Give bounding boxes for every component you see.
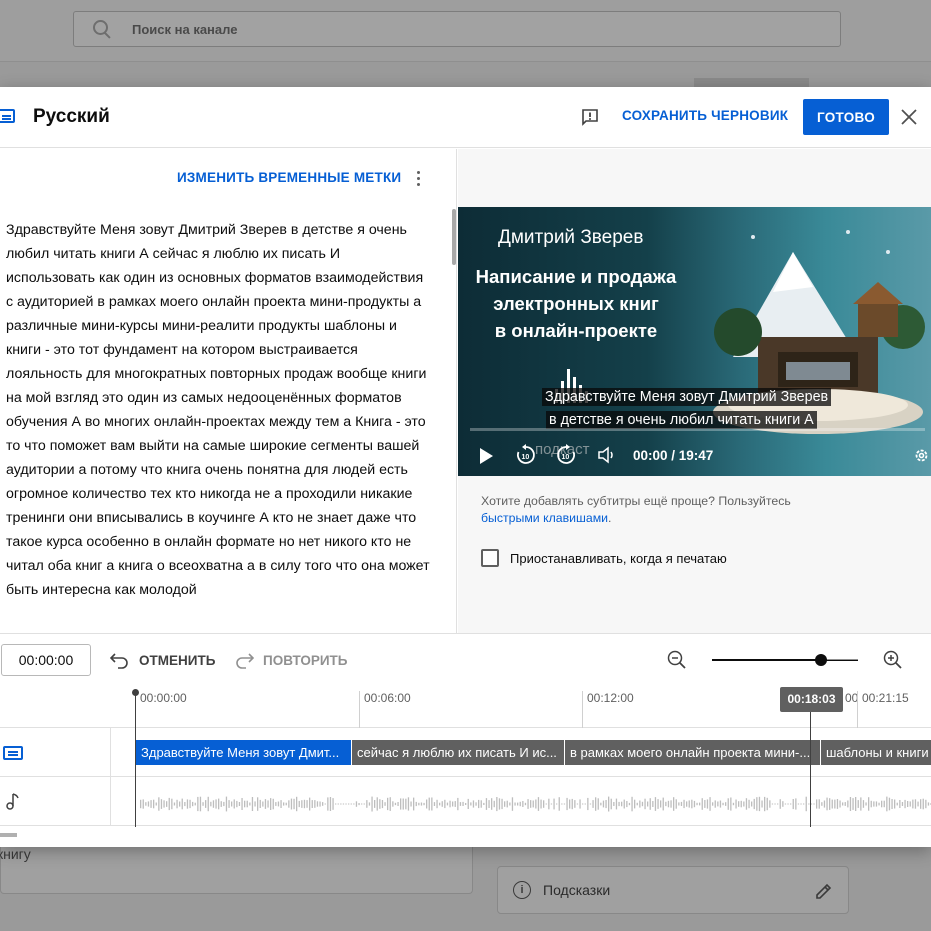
- subtitles-icon: [0, 109, 15, 123]
- audio-track-label: [0, 777, 111, 826]
- close-icon[interactable]: [900, 108, 918, 126]
- transcript-pane: ИЗМЕНИТЬ ВРЕМЕННЫЕ МЕТКИ Здравствуйте Ме…: [0, 149, 457, 633]
- subtitle-segment[interactable]: сейчас я люблю их писать И ис...: [351, 740, 564, 765]
- play-icon[interactable]: [478, 447, 494, 465]
- svg-text:10: 10: [562, 454, 570, 461]
- subtitle-segment[interactable]: в рамках моего онлайн проекта мини-...: [564, 740, 820, 765]
- more-options-icon[interactable]: [417, 171, 421, 187]
- info-icon: i: [513, 881, 531, 899]
- video-controls: 10 10 00:00 / 19:47: [458, 435, 931, 476]
- video-player[interactable]: Дмитрий Зверев Написание и продажа элект…: [458, 207, 931, 476]
- preview-pane: Дмитрий Зверев Написание и продажа элект…: [458, 149, 931, 633]
- timeline-tick-line: [582, 691, 583, 728]
- timeline-tick: 00:21:15: [862, 691, 909, 705]
- svg-text:10: 10: [522, 454, 530, 461]
- timeline[interactable]: 00:00:00 00:06:00 00:12:00 00 00:21:15 0…: [0, 683, 931, 827]
- timeline-tick: 00:12:00: [587, 691, 634, 705]
- timeline-tick: 00:06:00: [364, 691, 411, 705]
- timeline-start-dot: [132, 689, 139, 696]
- video-title-line: в онлайн-проекте: [494, 320, 658, 341]
- settings-gear-icon[interactable]: [912, 446, 931, 465]
- undo-label: ОТМЕНИТЬ: [139, 652, 216, 668]
- pencil-icon: [816, 883, 832, 899]
- hints-label: Подсказки: [543, 882, 611, 898]
- zoom-in-icon[interactable]: [883, 650, 903, 670]
- pause-while-typing-row[interactable]: Приостанавливать, когда я печатаю: [481, 549, 727, 567]
- playhead-time-label[interactable]: 00:18:03: [780, 687, 843, 712]
- audio-waveform: [140, 796, 931, 812]
- pause-while-typing-label: Приостанавливать, когда я печатаю: [510, 550, 727, 566]
- zoom-slider-thumb[interactable]: [815, 654, 827, 666]
- done-button[interactable]: ГОТОВО: [803, 99, 889, 135]
- forward-10-icon[interactable]: 10: [555, 444, 577, 466]
- feedback-icon[interactable]: [581, 108, 599, 127]
- undo-button[interactable]: ОТМЕНИТЬ: [110, 651, 215, 669]
- background-description-text: книгу: [0, 846, 31, 862]
- timeline-toolbar: 00:00:00 ОТМЕНИТЬ ПОВТОРИТЬ: [0, 633, 931, 683]
- video-author-title: Дмитрий Зверев: [498, 227, 644, 248]
- video-title-line: Написание и продажа: [475, 266, 677, 287]
- redo-button[interactable]: ПОВТОРИТЬ: [234, 651, 348, 669]
- search-placeholder: Поиск на канале: [132, 21, 238, 37]
- video-caption-line: в детстве я очень любил читать книги А: [546, 411, 817, 429]
- music-note-icon: [6, 793, 19, 810]
- timeline-tick-line: [359, 691, 360, 728]
- current-time-input[interactable]: 00:00:00: [1, 644, 91, 676]
- keyboard-hint: Хотите добавлять субтитры ещё проще? Пол…: [481, 493, 911, 527]
- video-time: 00:00 / 19:47: [633, 448, 714, 463]
- keyboard-hint-text: Хотите добавлять субтитры ещё проще? Пол…: [481, 494, 791, 508]
- timeline-start-marker: [135, 691, 136, 827]
- rewind-10-icon[interactable]: 10: [515, 444, 537, 466]
- background-description-box: книгу: [0, 846, 473, 894]
- timeline-tick-line: [857, 691, 858, 728]
- background-hints-box: i Подсказки: [497, 866, 849, 914]
- video-title: Написание и продажа электронных книг в о…: [458, 263, 694, 344]
- redo-icon: [236, 653, 254, 669]
- subtitle-track: Здравствуйте Меня зовут Дмит... сейчас я…: [0, 728, 931, 777]
- video-title-line: электронных книг: [493, 293, 659, 314]
- subtitle-track-label: [0, 728, 111, 777]
- keyboard-shortcuts-link[interactable]: быстрыми клавишами: [481, 511, 608, 525]
- subtitle-segment[interactable]: Здравствуйте Меня зовут Дмит...: [136, 740, 351, 765]
- edit-timestamps-button[interactable]: ИЗМЕНИТЬ ВРЕМЕННЫЕ МЕТКИ: [177, 170, 401, 185]
- video-caption-line: Здравствуйте Меня зовут Дмитрий Зверев: [542, 388, 832, 406]
- save-draft-button[interactable]: СОХРАНИТЬ ЧЕРНОВИК: [622, 108, 788, 123]
- timeline-scrollbar[interactable]: [0, 833, 17, 837]
- zoom-out-icon[interactable]: [667, 650, 687, 670]
- redo-label: ПОВТОРИТЬ: [263, 652, 348, 668]
- search-icon: [92, 19, 112, 39]
- subtitles-icon: [3, 746, 23, 760]
- subtitle-segment[interactable]: шаблоны и книги -: [820, 740, 931, 765]
- modal-title: Русский: [33, 106, 110, 127]
- volume-icon[interactable]: [597, 446, 619, 464]
- keyboard-hint-period: .: [608, 511, 612, 525]
- modal-header: Русский СОХРАНИТЬ ЧЕРНОВИК ГОТОВО: [0, 87, 931, 148]
- transcript-scrollbar[interactable]: [452, 209, 456, 265]
- transcript-textarea[interactable]: Здравствуйте Меня зовут Дмитрий Зверев в…: [6, 218, 431, 602]
- video-progress-bar[interactable]: [470, 428, 925, 431]
- channel-search-box[interactable]: Поиск на канале: [73, 11, 841, 47]
- pause-while-typing-checkbox[interactable]: [481, 549, 499, 567]
- timeline-tick: 00:00:00: [140, 691, 187, 705]
- subtitle-editor-modal: Русский СОХРАНИТЬ ЧЕРНОВИК ГОТОВО ИЗМЕНИ…: [0, 87, 931, 847]
- undo-icon: [110, 653, 128, 669]
- background-header: Поиск на канале: [0, 0, 931, 62]
- timeline-ruler[interactable]: 00:00:00 00:06:00 00:12:00 00 00:21:15 0…: [0, 683, 931, 728]
- playhead-line[interactable]: [810, 712, 811, 827]
